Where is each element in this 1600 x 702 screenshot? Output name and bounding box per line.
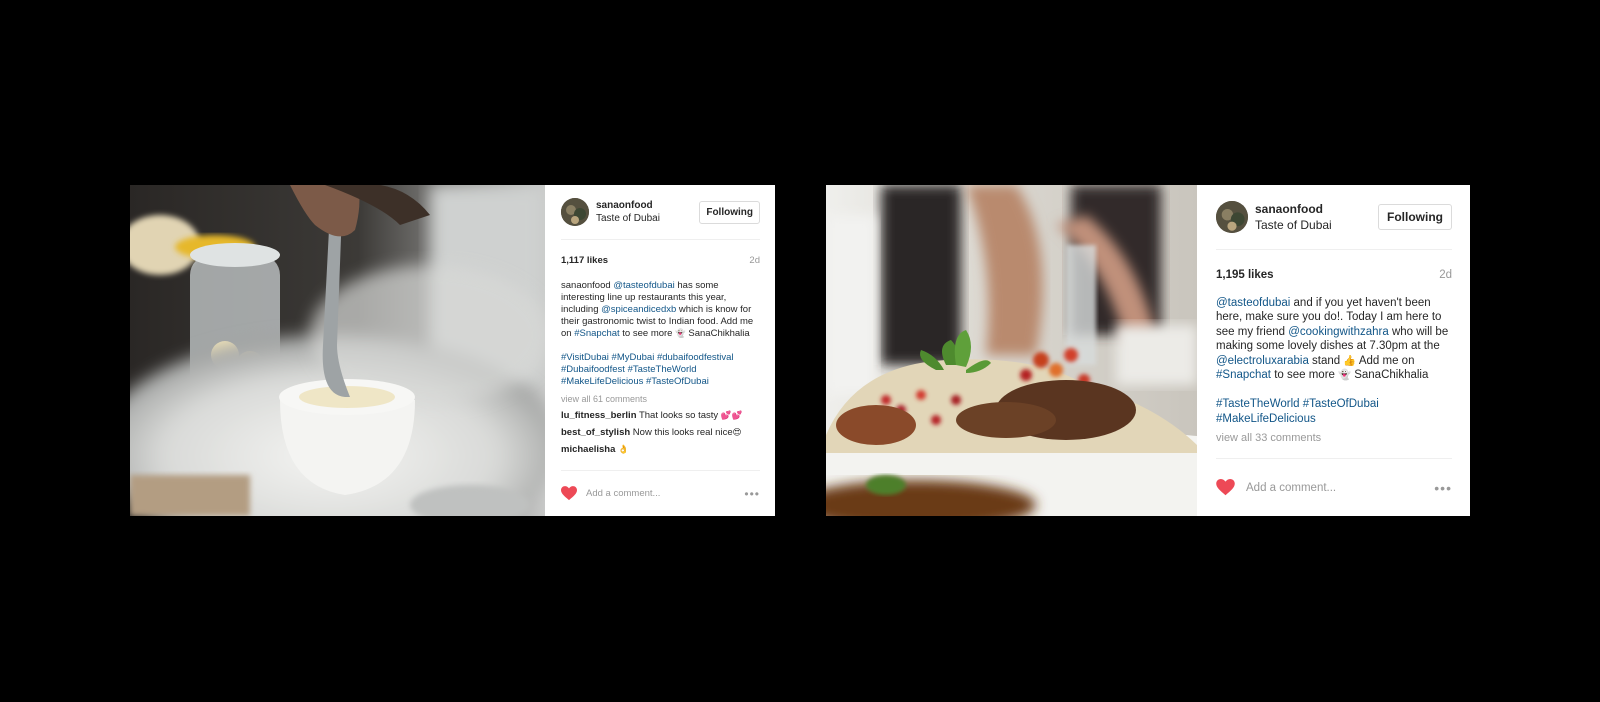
username-link[interactable]: sanaonfood bbox=[596, 200, 699, 211]
comment: michaelisha 👌 bbox=[561, 444, 760, 455]
hearts-emoji: 💕💕 bbox=[720, 411, 743, 421]
hashtag-link[interactable]: #Snapchat bbox=[1216, 369, 1271, 381]
add-comment-input[interactable]: Add a comment... bbox=[586, 488, 744, 499]
comment-username[interactable]: best_of_stylish bbox=[561, 427, 630, 438]
post-footer: Add a comment... ••• bbox=[561, 470, 760, 516]
mention-link[interactable]: @tasteofdubai bbox=[1216, 297, 1290, 309]
hashtag-link[interactable]: #Dubaifoodfest bbox=[561, 364, 625, 375]
post-header: sanaonfood Taste of Dubai Following bbox=[561, 185, 760, 240]
following-button[interactable]: Following bbox=[1378, 204, 1452, 230]
ghost-emoji: 👻 bbox=[1338, 368, 1352, 381]
hashtag-link[interactable]: #TasteOfDubai bbox=[646, 376, 709, 387]
avatar[interactable] bbox=[1216, 201, 1248, 233]
add-comment-input[interactable]: Add a comment... bbox=[1246, 482, 1434, 494]
mention-link[interactable]: @cookingwithzahra bbox=[1288, 326, 1389, 338]
hashtag-link[interactable]: #MakeLifeDelicious bbox=[561, 376, 643, 387]
food-photo-image bbox=[130, 185, 545, 516]
post-caption: sanaonfood @tasteofdubai has some intere… bbox=[561, 280, 760, 339]
hashtag-link[interactable]: #TasteTheWorld bbox=[1216, 398, 1300, 410]
location-link[interactable]: Taste of Dubai bbox=[1255, 218, 1378, 232]
following-button[interactable]: Following bbox=[699, 200, 760, 224]
caption-text: to see more bbox=[619, 327, 676, 339]
post-age[interactable]: 2d bbox=[749, 255, 760, 266]
comment-text: Now this looks real nice bbox=[630, 427, 733, 438]
likes-row: 1,117 likes 2d bbox=[561, 255, 760, 266]
location-link[interactable]: Taste of Dubai bbox=[596, 213, 699, 224]
post-photo-nitrogen-dessert[interactable] bbox=[130, 185, 545, 516]
view-all-comments-link[interactable]: view all 33 comments bbox=[1216, 432, 1452, 444]
likes-row: 1,195 likes 2d bbox=[1216, 269, 1452, 281]
hashtag-link[interactable]: #Snapchat bbox=[574, 328, 619, 339]
hashtag-link[interactable]: #TasteOfDubai bbox=[1303, 398, 1379, 410]
mention-link[interactable]: @spiceandicedxb bbox=[601, 304, 676, 315]
ellipsis-icon[interactable]: ••• bbox=[1434, 480, 1452, 496]
post-author: sanaonfood Taste of Dubai bbox=[1255, 202, 1378, 232]
hashtag-link[interactable]: #MakeLifeDelicious bbox=[1216, 413, 1316, 425]
post-card-2: sanaonfood Taste of Dubai Following 1,19… bbox=[826, 185, 1470, 516]
hashtag-link[interactable]: #MyDubai bbox=[612, 352, 655, 363]
hashtag-link[interactable]: #VisitDubai bbox=[561, 352, 609, 363]
likes-count[interactable]: 1,195 likes bbox=[1216, 269, 1274, 281]
hashtag-list: #TasteTheWorld #TasteOfDubai #MakeLifeDe… bbox=[1216, 397, 1452, 426]
mention-link[interactable]: @tasteofdubai bbox=[613, 280, 674, 291]
ok-hand-emoji: 👌 bbox=[618, 445, 629, 455]
caption-text: SanaChikhalia bbox=[1351, 368, 1429, 381]
ellipsis-icon[interactable]: ••• bbox=[744, 487, 760, 501]
caption-text: Add me on bbox=[1356, 354, 1415, 367]
hashtag-link[interactable]: #TasteTheWorld bbox=[628, 364, 697, 375]
thumbs-up-emoji: 👍 bbox=[1343, 354, 1357, 367]
comment: best_of_stylish Now this looks real nice… bbox=[561, 427, 760, 438]
mention-link[interactable]: @electroluxarabia bbox=[1216, 355, 1309, 367]
comments-scroll-area[interactable]: sanaonfood @tasteofdubai has some intere… bbox=[561, 266, 760, 470]
username-link[interactable]: sanaonfood bbox=[1255, 202, 1378, 216]
post-side-panel: sanaonfood Taste of Dubai Following 1,19… bbox=[1197, 185, 1470, 516]
caption-text: to see more bbox=[1271, 368, 1339, 381]
post-photo-couscous-dish[interactable] bbox=[826, 185, 1197, 516]
hashtag-link[interactable]: #dubaifoodfestival bbox=[657, 352, 734, 363]
post-caption: @tasteofdubai and if you yet haven't bee… bbox=[1216, 296, 1452, 382]
post-side-panel: sanaonfood Taste of Dubai Following 1,11… bbox=[545, 185, 775, 516]
caption-text: stand bbox=[1308, 354, 1344, 367]
caption-username[interactable]: sanaonfood bbox=[561, 280, 611, 291]
caption-text: SanaChikhalia bbox=[685, 327, 750, 339]
avatar[interactable] bbox=[561, 198, 589, 226]
post-card-1: sanaonfood Taste of Dubai Following 1,11… bbox=[130, 185, 775, 516]
comment-text: That looks so tasty bbox=[636, 410, 721, 421]
comment: lu_fitness_berlin That looks so tasty 💕💕 bbox=[561, 410, 760, 421]
heart-icon[interactable] bbox=[561, 486, 577, 501]
heart-eyes-emoji: 😍 bbox=[732, 428, 742, 438]
post-footer: Add a comment... ••• bbox=[1216, 458, 1452, 516]
post-header: sanaonfood Taste of Dubai Following bbox=[1216, 185, 1452, 250]
ghost-emoji: 👻 bbox=[675, 328, 686, 339]
comment-username[interactable]: michaelisha bbox=[561, 444, 615, 455]
post-author: sanaonfood Taste of Dubai bbox=[596, 200, 699, 224]
likes-count[interactable]: 1,117 likes bbox=[561, 255, 608, 266]
heart-icon[interactable] bbox=[1216, 479, 1235, 496]
hashtag-list: #VisitDubai #MyDubai #dubaifoodfestival … bbox=[561, 352, 760, 388]
food-photo-image bbox=[826, 185, 1197, 516]
post-age[interactable]: 2d bbox=[1439, 269, 1452, 281]
comments-scroll-area[interactable]: @tasteofdubai and if you yet haven't bee… bbox=[1216, 281, 1452, 458]
view-all-comments-link[interactable]: view all 61 comments bbox=[561, 394, 760, 404]
comment-username[interactable]: lu_fitness_berlin bbox=[561, 410, 637, 421]
